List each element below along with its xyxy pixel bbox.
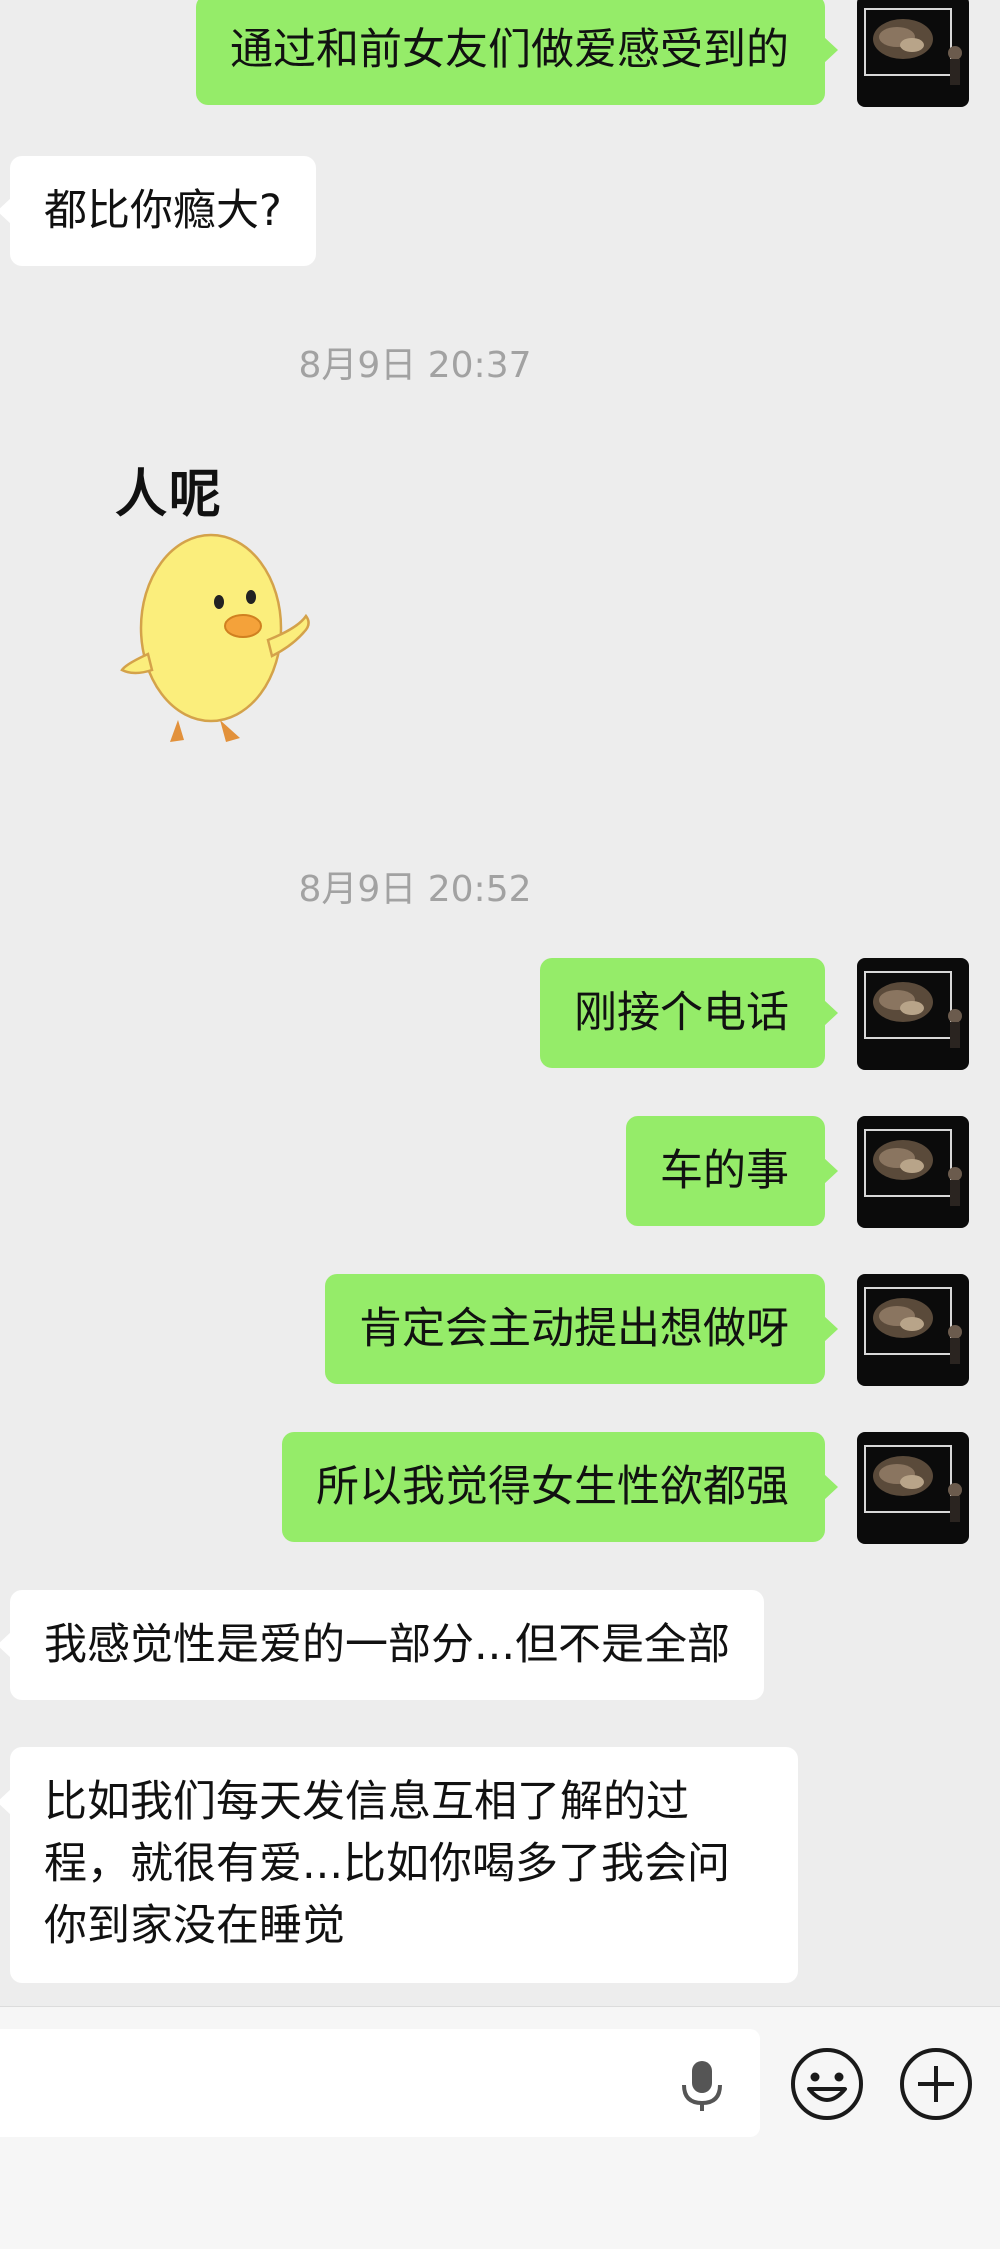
user-avatar[interactable] <box>857 1274 969 1386</box>
message-bubble-outgoing[interactable]: 通过和前女友们做爱感受到的 <box>196 0 838 105</box>
timestamp: 8月9日 20:37 <box>298 345 532 386</box>
message-bubble-outgoing[interactable]: 刚接个电话 <box>540 958 838 1068</box>
plus-icon[interactable] <box>899 2047 973 2121</box>
message-input[interactable] <box>0 2029 760 2137</box>
sticker-caption: 人呢 <box>115 465 224 525</box>
message-bubble-incoming[interactable]: 比如我们每天发信息互相了解的过程，就很有爱...比如你喝多了我会问你到家没在睡觉 <box>0 1747 798 1983</box>
timestamp: 8月9日 20:52 <box>298 869 532 910</box>
user-avatar[interactable] <box>857 1432 969 1544</box>
chat-screen: 通过和前女友们做爱感受到的 都比你瘾大? 8月9日 20:37 人呢 8月9日 … <box>0 0 1000 2249</box>
message-bubble-outgoing[interactable]: 肯定会主动提出想做呀 <box>325 1274 838 1384</box>
user-avatar[interactable] <box>857 958 969 1070</box>
message-bubble-incoming[interactable]: 我感觉性是爱的一部分...但不是全部 <box>0 1590 765 1700</box>
message-bubble-outgoing[interactable]: 所以我觉得女生性欲都强 <box>282 1432 838 1542</box>
message-bubble-outgoing[interactable]: 车的事 <box>626 1116 838 1226</box>
user-avatar[interactable] <box>857 1116 969 1228</box>
duck-sticker-icon[interactable] <box>108 520 328 830</box>
message-composer <box>0 2006 1000 2249</box>
microphone-icon[interactable] <box>677 2059 727 2113</box>
user-avatar[interactable] <box>857 0 969 107</box>
emoji-icon[interactable] <box>790 2047 864 2121</box>
message-bubble-incoming[interactable]: 都比你瘾大? <box>0 156 316 266</box>
